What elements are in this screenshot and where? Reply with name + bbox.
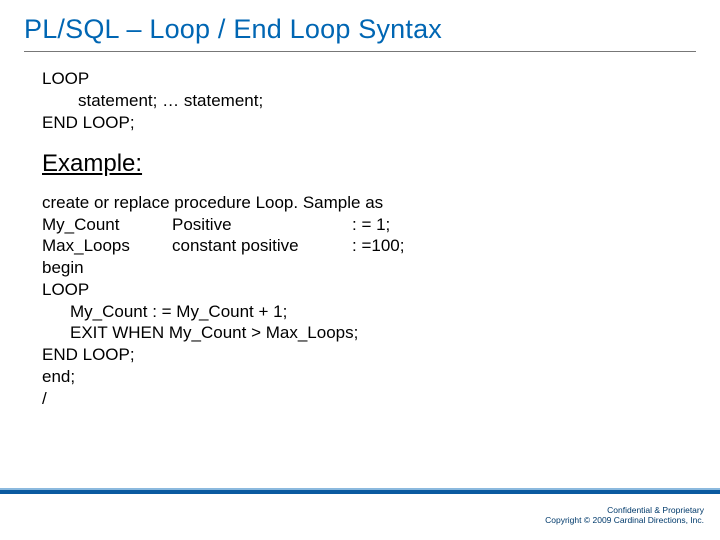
code-token: : =100; — [352, 235, 404, 257]
syntax-line: LOOP — [42, 68, 720, 90]
syntax-line: statement; … statement; — [42, 90, 720, 112]
code-token: My_Count — [42, 214, 172, 236]
content-area: LOOP statement; … statement; END LOOP; E… — [0, 52, 720, 409]
code-line: create or replace procedure Loop. Sample… — [42, 192, 720, 214]
example-heading: Example: — [42, 149, 720, 180]
code-line: EXIT WHEN My_Count > Max_Loops; — [42, 322, 720, 344]
code-line: LOOP — [42, 279, 720, 301]
code-line: end; — [42, 366, 720, 388]
code-token: Positive — [172, 214, 352, 236]
page-title: PL/SQL – Loop / End Loop Syntax — [0, 0, 720, 51]
code-line: / — [42, 388, 720, 410]
footer-line: Copyright © 2009 Cardinal Directions, In… — [545, 515, 704, 526]
code-token: : = 1; — [352, 214, 390, 236]
syntax-line: END LOOP; — [42, 112, 720, 134]
code-line: Max_Loops constant positive : =100; — [42, 235, 720, 257]
code-token: Max_Loops — [42, 235, 172, 257]
code-token: constant positive — [172, 235, 352, 257]
code-line: begin — [42, 257, 720, 279]
footer-divider — [0, 488, 720, 494]
code-block: create or replace procedure Loop. Sample… — [42, 192, 720, 410]
code-line: My_Count Positive : = 1; — [42, 214, 720, 236]
code-line: END LOOP; — [42, 344, 720, 366]
slide: PL/SQL – Loop / End Loop Syntax LOOP sta… — [0, 0, 720, 540]
syntax-block: LOOP statement; … statement; END LOOP; — [42, 68, 720, 133]
code-line: My_Count : = My_Count + 1; — [42, 301, 720, 323]
footer-line: Confidential & Proprietary — [545, 505, 704, 516]
footer-copyright: Confidential & Proprietary Copyright © 2… — [545, 505, 704, 526]
